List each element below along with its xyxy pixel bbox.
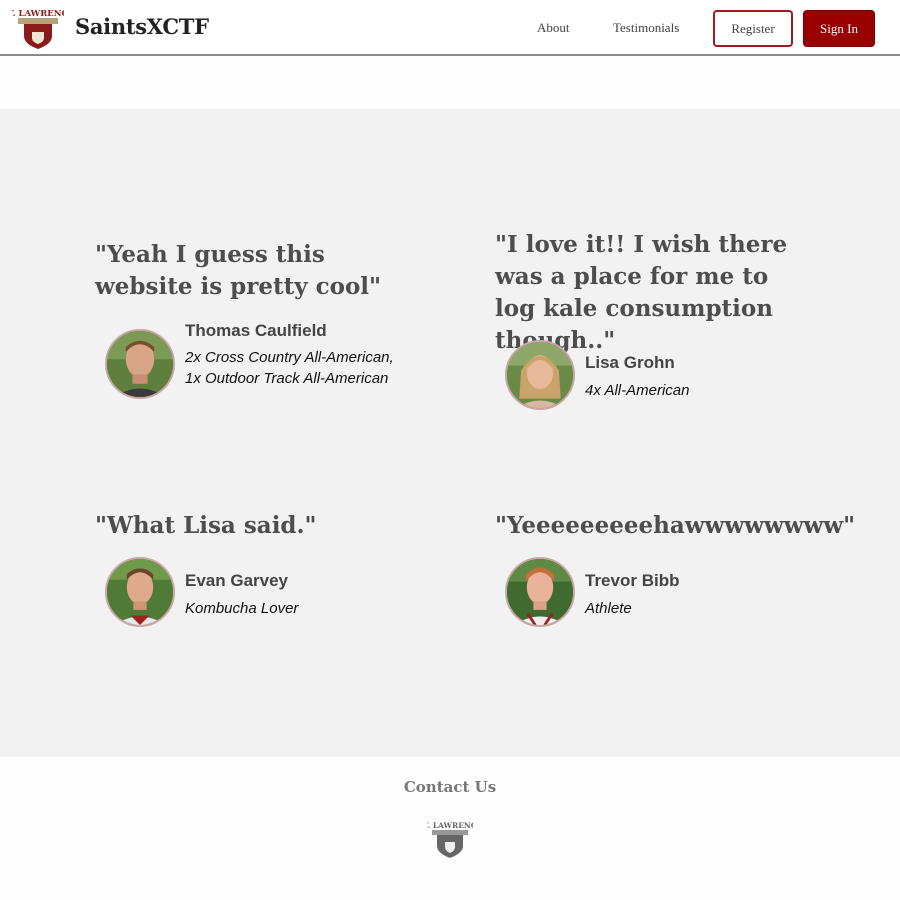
testimonial-name: Thomas Caulfield: [185, 321, 327, 340]
top-nav-bar: ST. LAWRENCE SaintsXCTF About Testimonia…: [0, 0, 900, 56]
register-button[interactable]: Register: [713, 10, 793, 47]
testimonial-name: Lisa Grohn: [585, 353, 675, 372]
nav-about-link[interactable]: About: [537, 20, 570, 36]
contact-us-link[interactable]: Contact Us: [0, 778, 900, 796]
testimonial-title: 2x Cross Country All-American, 1x Outdoo…: [185, 349, 394, 387]
brand-title[interactable]: SaintsXCTF: [75, 14, 209, 39]
st-lawrence-logo-icon[interactable]: ST. LAWRENCE: [1, 6, 75, 50]
avatar: [505, 340, 575, 410]
testimonial-name: Evan Garvey: [185, 571, 289, 590]
testimonial-quote: "Yeah I guess this website is pretty coo…: [95, 241, 382, 300]
testimonial-quote: "Yeeeeeeeeehawwwwwwww": [495, 512, 856, 539]
testimonial-quote: "I love it!! I wish there was a place fo…: [495, 231, 788, 354]
avatar: [105, 329, 175, 399]
nav-testimonials-link[interactable]: Testimonials: [613, 20, 679, 36]
avatar: [505, 557, 575, 627]
testimonial-name: Trevor Bibb: [585, 571, 680, 590]
avatar: [105, 557, 175, 627]
footer: Contact Us ST. LAWRENCE: [0, 757, 900, 900]
footer-logo-icon: ST. LAWRENCE: [418, 819, 483, 859]
testimonial-title: 4x All-American: [585, 382, 690, 399]
testimonial-title: Athlete: [585, 600, 632, 617]
testimonials-section: "Yeah I guess this website is pretty coo…: [0, 109, 900, 757]
testimonial-title: Kombucha Lover: [185, 600, 299, 617]
testimonial-quote: "What Lisa said.": [95, 512, 317, 539]
sign-in-button[interactable]: Sign In: [803, 10, 875, 47]
svg-text:ST. LAWRENCE: ST. LAWRENCE: [12, 9, 64, 19]
svg-text:ST. LAWRENCE: ST. LAWRENCE: [427, 821, 473, 830]
